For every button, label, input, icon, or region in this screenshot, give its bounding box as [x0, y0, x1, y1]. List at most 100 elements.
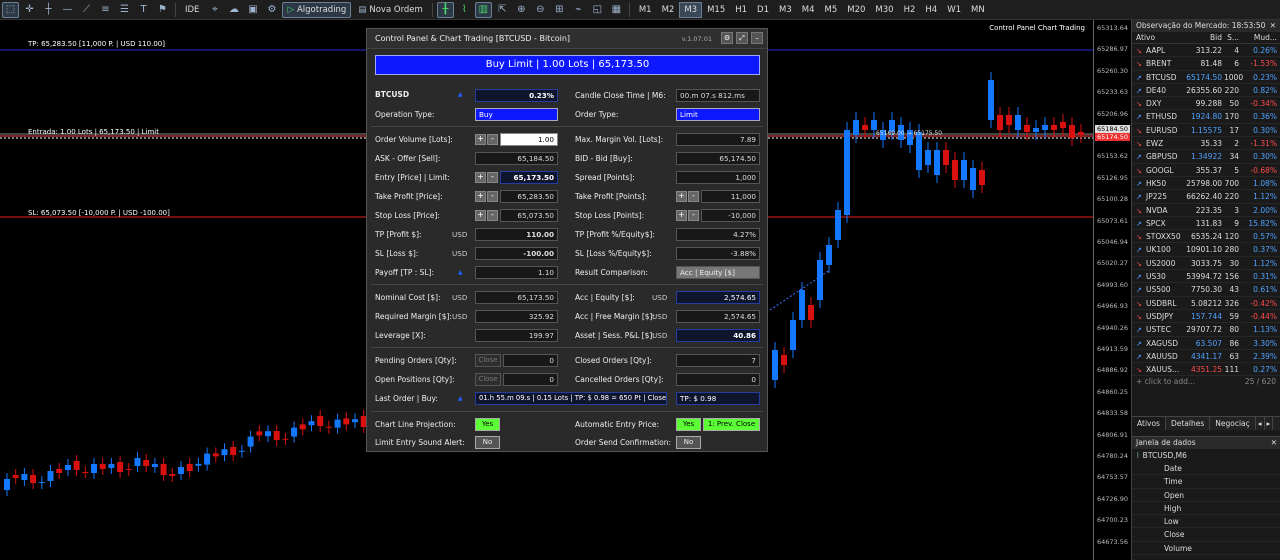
tp-points-minus-button[interactable]: - — [688, 191, 699, 202]
tp-points-input[interactable]: 11,000 — [701, 190, 760, 203]
tab-detalhes[interactable]: Detalhes — [1166, 417, 1211, 430]
timeframe-m1-button[interactable]: M1 — [634, 2, 657, 18]
sl-price-input[interactable]: 65,073.50 — [500, 209, 558, 222]
market-row[interactable]: ↗ USTEC 29707.72 80 1.13% — [1132, 323, 1280, 337]
entry-minus-button[interactable]: - — [487, 172, 498, 183]
shapes-icon[interactable]: ⚑ — [154, 2, 171, 18]
vertical-line-icon[interactable]: ┼ — [40, 2, 57, 18]
periods-icon[interactable]: ▦ — [608, 2, 625, 18]
timeframe-d1-button[interactable]: D1 — [752, 2, 774, 18]
timeframe-m5-button[interactable]: M5 — [820, 2, 843, 18]
timeframe-mn-button[interactable]: MN — [966, 2, 990, 18]
tab-scroll-left-icon[interactable]: ◂ — [1256, 417, 1265, 430]
column-symbol[interactable]: Ativo — [1132, 32, 1185, 43]
add-symbol-link[interactable]: + click to add... — [1136, 377, 1195, 386]
market-row[interactable]: ↗ ETHUSD 1924.80 170 0.36% — [1132, 110, 1280, 124]
tp-points-plus-button[interactable]: + — [676, 191, 687, 202]
ide-button[interactable]: IDE — [180, 2, 204, 18]
market-row[interactable]: ↗ JP225 66262.40 220 1.12% — [1132, 190, 1280, 204]
result-comparison-select[interactable]: Acc | Equity [$] — [676, 266, 760, 279]
bar-chart-icon[interactable]: ╂ — [436, 1, 454, 18]
market-row[interactable]: ↘ US2000 3033.75 30 1.12% — [1132, 257, 1280, 271]
panel-titlebar[interactable]: Control Panel & Chart Trading [BTCUSD - … — [367, 29, 767, 49]
line-projection-toggle[interactable]: Yes — [475, 418, 500, 431]
new-order-button[interactable]: ▤ Nova Ordem — [353, 2, 427, 18]
market-row[interactable]: ↗ XAUUSD 4341.17 63 2.39% — [1132, 350, 1280, 364]
timeframe-m15-button[interactable]: M15 — [702, 2, 730, 18]
order-volume-input[interactable]: 1.00 — [500, 133, 558, 146]
timeframe-m3-button[interactable]: M3 — [679, 1, 703, 18]
close-icon[interactable]: ✕ — [1271, 437, 1277, 449]
market-row[interactable]: ↘ DXY 99.288 50 -0.34% — [1132, 97, 1280, 111]
tp-price-input[interactable]: 65,283.50 — [500, 190, 558, 203]
volume-minus-button[interactable]: - — [487, 134, 498, 145]
close-positions-button[interactable]: Close — [475, 373, 501, 386]
templates-icon[interactable]: ◱ — [589, 2, 606, 18]
market-row[interactable]: ↘ AAPL 313.22 4 0.26% — [1132, 44, 1280, 58]
entry-price-input[interactable]: 65,173.50 — [500, 171, 558, 184]
sl-minus-button[interactable]: - — [487, 210, 498, 221]
line-chart-icon[interactable]: ⌇ — [456, 2, 473, 18]
market-row[interactable]: ↘ EWZ 35.33 2 -1.31% — [1132, 137, 1280, 151]
entry-plus-button[interactable]: + — [475, 172, 486, 183]
market-icon[interactable]: ▣ — [244, 2, 261, 18]
zoom-in-icon[interactable]: ⊕ — [513, 2, 530, 18]
order-type-select[interactable]: Limit — [676, 108, 760, 121]
auto-entry-mode-select[interactable]: 1: Prev. Close — [703, 418, 760, 431]
market-row[interactable]: ↗ HK50 25798.00 700 1.08% — [1132, 177, 1280, 191]
horizontal-line-icon[interactable]: — — [59, 2, 76, 18]
zoom-out-icon[interactable]: ⊖ — [532, 2, 549, 18]
close-icon[interactable]: ✕ — [1270, 20, 1276, 32]
tab-ativos[interactable]: Ativos — [1132, 417, 1166, 430]
market-row[interactable]: ↗ US30 53994.72 156 0.31% — [1132, 270, 1280, 284]
close-pending-button[interactable]: Close — [475, 354, 501, 367]
timeframe-m20-button[interactable]: M20 — [842, 2, 870, 18]
indicators-icon[interactable]: ⌁ — [570, 2, 587, 18]
tab-negociacao[interactable]: Negociaç — [1210, 417, 1256, 430]
timeframe-w1-button[interactable]: W1 — [942, 2, 966, 18]
send-confirmation-toggle[interactable]: No — [676, 436, 701, 449]
price-axis[interactable]: 65313.64 65286.97 65260.30 65233.63 65206.96… — [1093, 20, 1130, 560]
sl-points-minus-button[interactable]: - — [688, 210, 699, 221]
crosshair-icon[interactable]: ✛ — [21, 2, 38, 18]
market-row[interactable]: ↘ NVDA 223.35 3 2.00% — [1132, 204, 1280, 217]
signals-icon[interactable]: ⌖ — [206, 2, 223, 18]
community-icon[interactable]: ⚙ — [263, 2, 280, 18]
market-row[interactable]: ↘ STOXX50 6535.24 120 0.57% — [1132, 230, 1280, 244]
timeframe-m2-button[interactable]: M2 — [657, 2, 680, 18]
timeframe-h4-button[interactable]: H4 — [920, 2, 942, 18]
tp-minus-button[interactable]: - — [487, 191, 498, 202]
autoscroll-icon[interactable]: ⇱ — [494, 2, 511, 18]
text-icon[interactable]: T — [135, 2, 152, 18]
sl-plus-button[interactable]: + — [475, 210, 486, 221]
timeframe-h1-button[interactable]: H1 — [730, 2, 752, 18]
cursor-icon[interactable]: ⬚ — [2, 1, 19, 18]
vps-icon[interactable]: ☁ — [225, 2, 242, 18]
channel-icon[interactable]: ≡ — [97, 2, 114, 18]
settings-icon[interactable]: ⚙ — [721, 32, 733, 44]
sound-alert-toggle[interactable]: No — [475, 436, 500, 449]
market-row[interactable]: ↘ BRENT 81.48 6 -1.53% — [1132, 57, 1280, 71]
algotrading-button[interactable]: ▷ Algotrading — [282, 1, 352, 18]
candle-chart-icon[interactable]: ▥ — [474, 1, 492, 18]
column-bid[interactable]: Bid — [1185, 32, 1224, 43]
timeframe-m3-button[interactable]: M3 — [774, 2, 797, 18]
market-row[interactable]: ↘ GOOGL 355.37 5 -0.68% — [1132, 164, 1280, 177]
volume-plus-button[interactable]: + — [475, 134, 486, 145]
minimize-icon[interactable]: – — [751, 32, 763, 44]
market-row[interactable]: ↘ XAUUS... 4351.25 111 0.27% — [1132, 363, 1280, 377]
timeframe-m30-button[interactable]: M30 — [870, 2, 898, 18]
tp-plus-button[interactable]: + — [475, 191, 486, 202]
market-row[interactable]: ↗ BTCUSD 65174.50 1000 0.23% — [1132, 71, 1280, 84]
market-row[interactable]: ↗ GBPUSD 1.34922 34 0.30% — [1132, 150, 1280, 164]
market-row[interactable]: ↗ SPCX 131.83 9 15.82% — [1132, 217, 1280, 231]
trendline-icon[interactable]: ⟋ — [78, 2, 95, 18]
sl-points-plus-button[interactable]: + — [676, 210, 687, 221]
market-row[interactable]: ↗ US500 7750.30 43 0.61% — [1132, 283, 1280, 297]
market-row[interactable]: ↗ DE40 26355.60 220 0.82% — [1132, 84, 1280, 98]
market-row[interactable]: ↗ XAGUSD 63.507 86 3.30% — [1132, 337, 1280, 350]
column-spread[interactable]: S... — [1224, 32, 1240, 43]
market-row[interactable]: ↗ UK100 10901.10 280 0.37% — [1132, 243, 1280, 257]
grid-icon[interactable]: ⊞ — [551, 2, 568, 18]
tab-scroll-right-icon[interactable]: ▸ — [1265, 417, 1274, 430]
